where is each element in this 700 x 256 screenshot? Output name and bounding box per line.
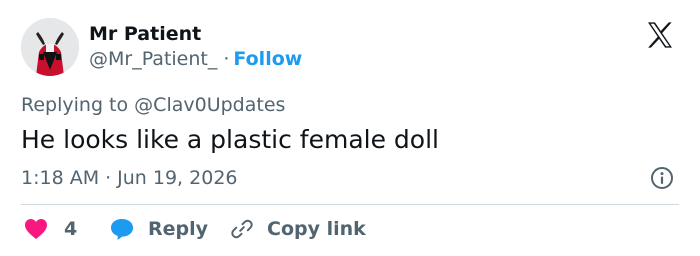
link-icon	[231, 219, 253, 239]
tweet-time: 1:18 AM	[21, 167, 100, 189]
timestamp[interactable]: 1:18 AM · Jun 19, 2026	[21, 166, 238, 190]
tweet-date: Jun 19, 2026	[117, 167, 238, 189]
replying-to: Replying to @Clav0Updates	[21, 93, 285, 117]
reply-button[interactable]: Reply	[109, 214, 208, 244]
handle-row: @Mr_Patient_ · Follow	[89, 47, 302, 71]
reply-label: Reply	[148, 218, 209, 240]
avatar-image	[21, 18, 79, 76]
speech-bubble-icon	[111, 219, 133, 240]
avatar[interactable]	[21, 18, 79, 76]
user-handle[interactable]: @Mr_Patient_	[89, 48, 217, 70]
separator-dot: ·	[223, 48, 230, 70]
replying-prefix: Replying to	[21, 94, 129, 116]
info-icon[interactable]	[650, 166, 674, 190]
like-button[interactable]: 4	[24, 214, 77, 244]
copy-link-label: Copy link	[267, 218, 366, 240]
action-bar: 4 Reply Copy link	[21, 214, 681, 244]
copy-link-button[interactable]: Copy link	[230, 214, 366, 244]
timestamp-separator: ·	[105, 167, 112, 189]
heart-icon	[25, 219, 47, 239]
follow-button[interactable]: Follow	[233, 48, 302, 70]
tweet-card: Mr Patient @Mr_Patient_ · Follow Replying …	[0, 0, 700, 256]
display-name[interactable]: Mr Patient	[89, 22, 201, 46]
divider	[21, 204, 679, 205]
tweet-text: He looks like a plastic female doll	[21, 125, 439, 154]
x-logo-icon[interactable]	[643, 19, 677, 51]
replying-to-mention[interactable]: @Clav0Updates	[134, 94, 285, 116]
like-count: 4	[64, 218, 78, 240]
